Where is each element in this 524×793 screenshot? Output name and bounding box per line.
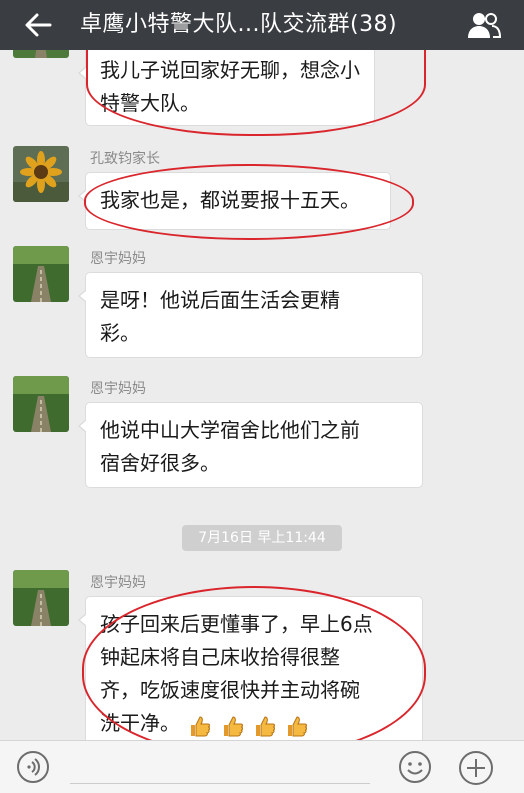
thumbs-up-emoji-group [188, 708, 311, 740]
message-bubble[interactable]: 我家也是，都说要报十五天。 [78, 172, 391, 230]
message-bubble[interactable]: 他说中山大学宿舍比他们之前 宿舍好很多。 [78, 402, 423, 488]
thumbs-up-icon [256, 715, 276, 736]
sender-name: 恩宇妈妈 [90, 381, 146, 397]
road-avatar[interactable] [13, 246, 69, 302]
road-avatar[interactable] [13, 50, 69, 58]
message-line: 齐，吃饭速度很快并主动将碗 [100, 678, 360, 702]
back-arrow-icon[interactable] [22, 10, 54, 40]
message-line: 孩子回来后更懂事了，早上6点 [100, 612, 373, 636]
message-line: 我儿子说回家好无聊，想念小 [100, 58, 360, 82]
message-list[interactable]: 我儿子说回家好无聊，想念小 特警大队。 孔致钧家长 我家也是，都说要报十五天。 … [0, 50, 524, 740]
message-line: 彩。 [100, 321, 140, 345]
group-members-icon[interactable] [466, 10, 502, 40]
chat-title: 卓鹰小特警大队...队交流群(38) [80, 12, 398, 37]
emoji-face-icon[interactable] [398, 750, 432, 784]
message-bubble[interactable]: 孩子回来后更懂事了，早上6点 钟起床将自己床收拾得很整 齐，吃饭速度很快并主动将… [78, 596, 423, 740]
voice-input-icon[interactable] [16, 750, 50, 784]
sunflower-avatar[interactable] [13, 146, 69, 202]
sender-name: 恩宇妈妈 [90, 251, 146, 267]
message-line: 宿舍好很多。 [100, 451, 220, 475]
message-input[interactable] [70, 783, 370, 784]
input-bar [0, 740, 524, 793]
message-line: 是呀！他说后面生活会更精 [100, 288, 340, 312]
road-avatar[interactable] [13, 376, 69, 432]
message-line-with-emoji: 洗干净。 [100, 707, 408, 740]
message-line: 洗干净。 [100, 711, 180, 735]
message-bubble[interactable]: 我儿子说回家好无聊，想念小 特警大队。 [78, 50, 375, 126]
message-bubble[interactable]: 是呀！他说后面生活会更精 彩。 [78, 272, 423, 358]
chat-header: 卓鹰小特警大队...队交流群(38) [0, 0, 524, 50]
plus-more-icon[interactable] [458, 750, 494, 786]
thumbs-up-icon [191, 715, 211, 736]
sender-name: 孔致钧家长 [90, 151, 160, 167]
thumbs-up-icon [288, 715, 308, 736]
message-line: 特警大队。 [100, 91, 200, 115]
sender-name: 恩宇妈妈 [90, 575, 146, 591]
timestamp-pill: 7月16日 早上11:44 [182, 525, 342, 551]
message-line: 钟起床将自己床收拾得很整 [100, 645, 340, 669]
message-line: 他说中山大学宿舍比他们之前 [100, 418, 360, 442]
road-avatar[interactable] [13, 570, 69, 626]
thumbs-up-icon [223, 715, 243, 736]
message-line: 我家也是，都说要报十五天。 [100, 188, 360, 212]
